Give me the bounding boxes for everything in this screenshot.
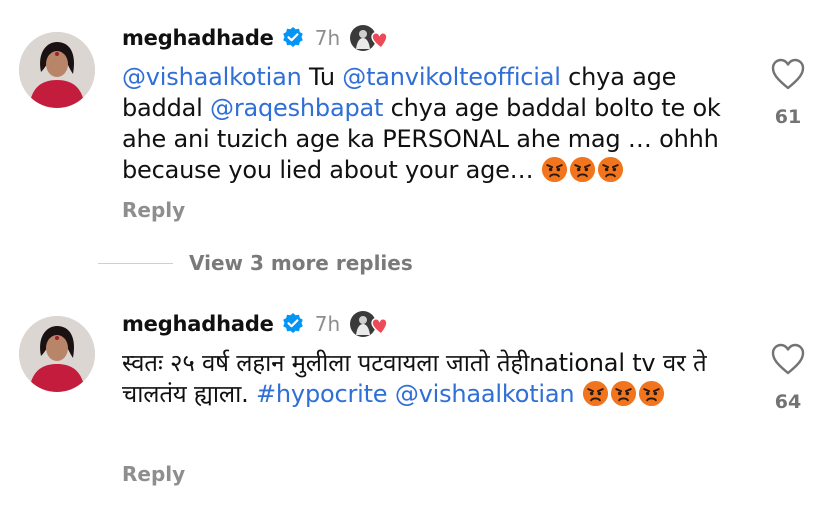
- heart-outline-icon[interactable]: [768, 57, 808, 91]
- creator-liked-heart-icon: [348, 309, 392, 339]
- verified-badge-icon: [281, 312, 305, 336]
- comment-text-fragment: Tu: [301, 63, 343, 91]
- verified-badge-icon: [281, 26, 305, 50]
- mention-link[interactable]: @vishaalkotian: [395, 380, 575, 408]
- username[interactable]: meghadhade: [122, 312, 274, 336]
- heart-outline-icon[interactable]: [768, 342, 808, 376]
- angry-face-icon: [569, 156, 596, 183]
- divider-line: [98, 262, 173, 264]
- avatar[interactable]: [19, 316, 95, 392]
- comment-text-fragment: [574, 380, 581, 408]
- username[interactable]: meghadhade: [122, 26, 274, 50]
- comment-text: @vishaalkotian Tu @tanvikolteofficial ch…: [122, 62, 742, 186]
- angry-face-icon: [541, 156, 568, 183]
- timestamp: 7h: [314, 26, 341, 50]
- reply-button[interactable]: Reply: [122, 198, 185, 222]
- avatar[interactable]: [19, 32, 95, 108]
- like-count: 64: [774, 391, 802, 413]
- mention-link[interactable]: @tanvikolteofficial: [342, 63, 561, 91]
- angry-face-icon: [597, 156, 624, 183]
- hashtag-link[interactable]: #hypocrite: [256, 380, 388, 408]
- mention-link[interactable]: @raqeshbapat: [210, 94, 383, 122]
- like-count: 61: [774, 106, 802, 128]
- angry-face-icon: [582, 380, 609, 407]
- creator-liked-heart-icon: [348, 23, 392, 53]
- angry-face-icon: [638, 380, 665, 407]
- mention-link[interactable]: @vishaalkotian: [122, 63, 302, 91]
- timestamp: 7h: [314, 312, 341, 336]
- like-column: 64: [768, 342, 808, 413]
- view-more-replies[interactable]: View 3 more replies: [98, 251, 413, 275]
- comment-text-fragment: [387, 380, 394, 408]
- view-more-replies-label[interactable]: View 3 more replies: [189, 251, 413, 275]
- comment-header: meghadhade 7h: [122, 308, 392, 340]
- comment-text: स्वतः २५ वर्ष लहान मुलीला पटवायला जातो त…: [122, 348, 742, 410]
- angry-face-icon: [610, 380, 637, 407]
- comment-header: meghadhade 7h: [122, 22, 392, 54]
- like-column: 61: [768, 57, 808, 128]
- reply-button[interactable]: Reply: [122, 462, 185, 486]
